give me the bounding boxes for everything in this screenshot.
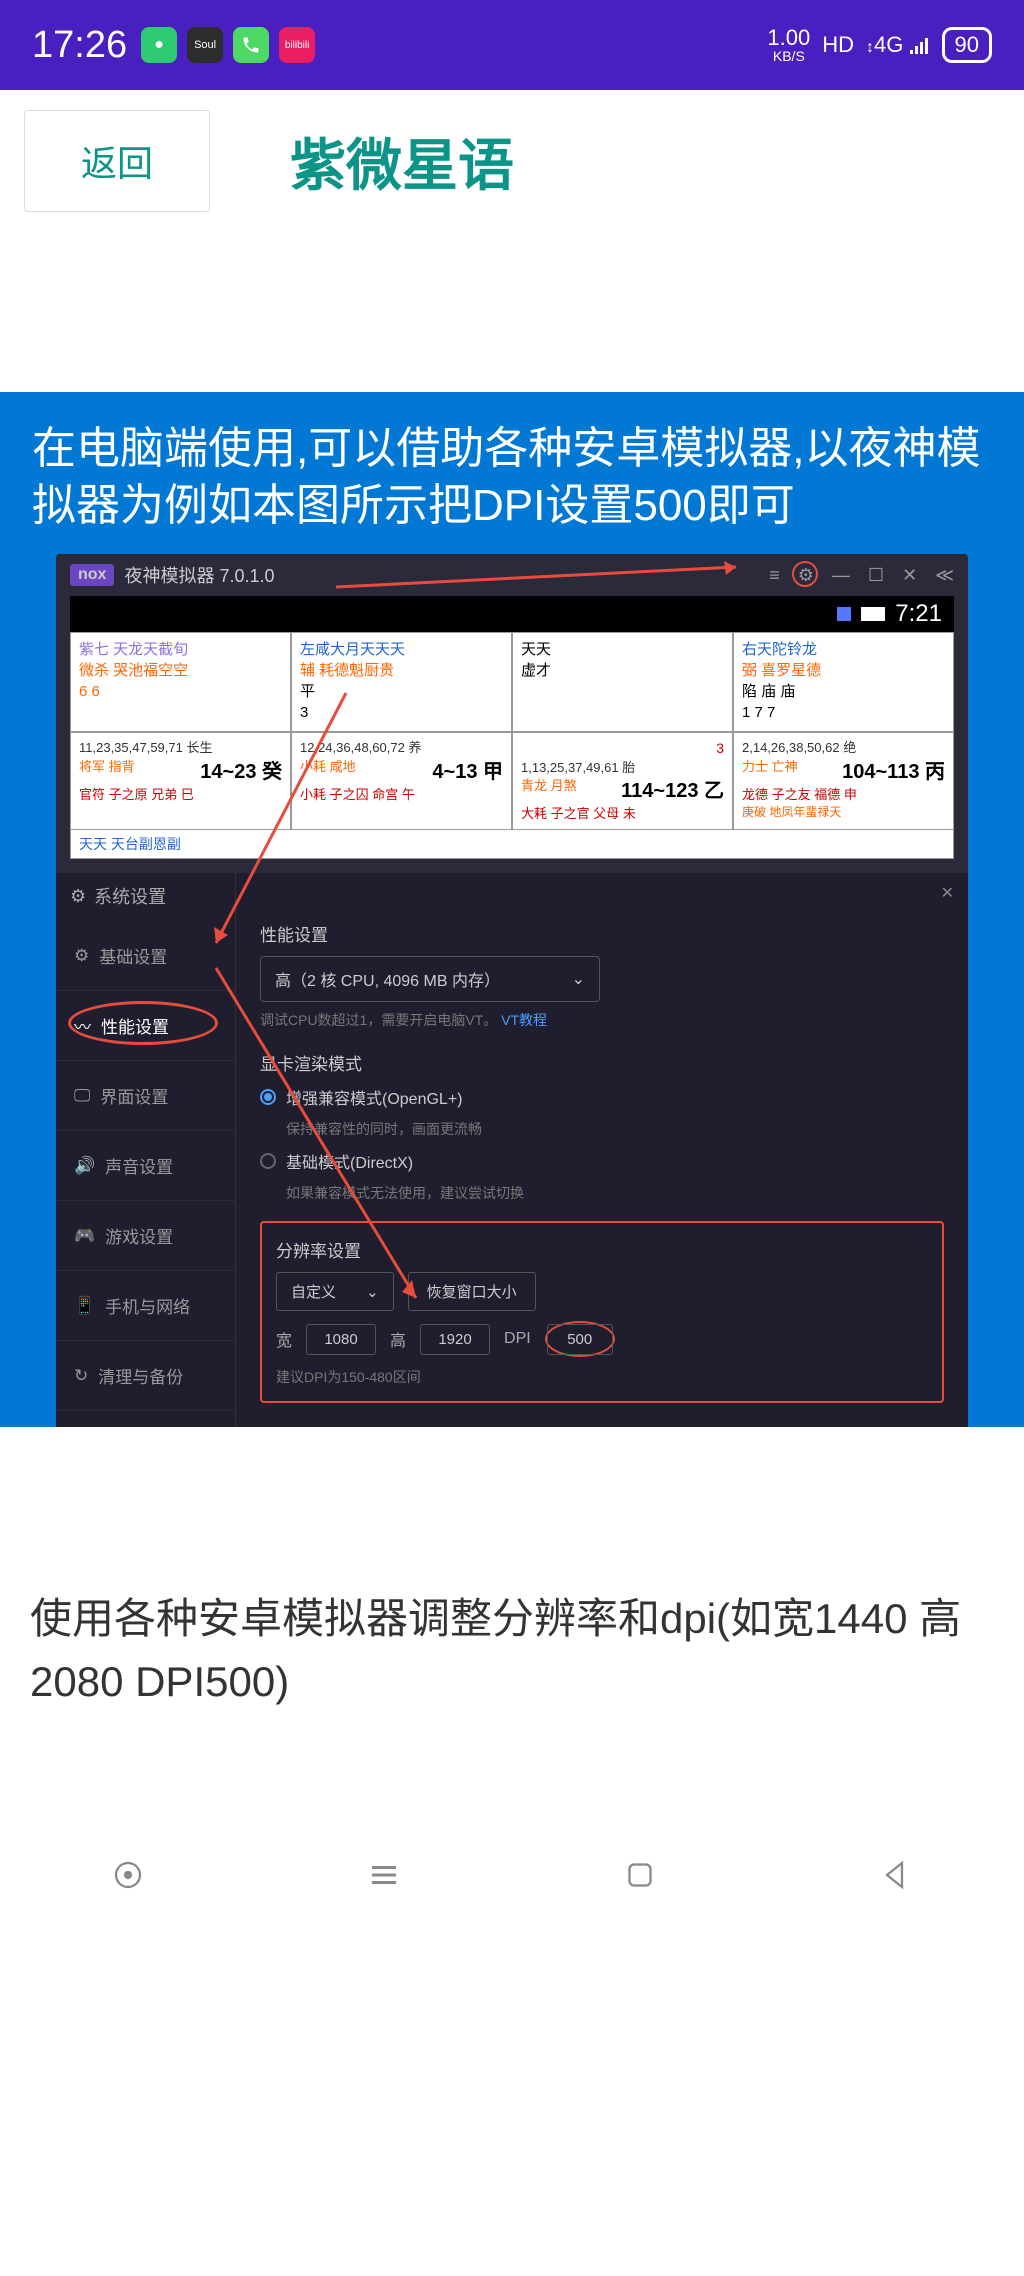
refresh-icon: ↻ bbox=[74, 1366, 88, 1386]
dpi-circle-annotation: 500 bbox=[545, 1321, 615, 1357]
settings-sidebar: ⚙基础设置 〰性能设置 🖵界面设置 🔊声音设置 🎮游戏设置 📱手机与网络 ↻清理… bbox=[56, 873, 236, 1427]
sidebar-item-phone[interactable]: 📱手机与网络 bbox=[56, 1271, 235, 1341]
network-indicator: ↕4G bbox=[866, 32, 929, 58]
height-input[interactable]: 1920 bbox=[420, 1324, 490, 1355]
more-icon[interactable]: ≪ bbox=[935, 565, 954, 586]
maximize-icon[interactable]: ☐ bbox=[868, 565, 884, 586]
phone-nav-bar bbox=[0, 1833, 1024, 1938]
close-icon[interactable]: ✕ bbox=[902, 565, 917, 586]
arrow-annotation-1 bbox=[336, 559, 756, 589]
sidebar-item-game[interactable]: 🎮游戏设置 bbox=[56, 1201, 235, 1271]
monitor-icon: 🖵 bbox=[74, 1086, 90, 1106]
page-title: 紫微星语 bbox=[250, 121, 1000, 202]
instruction-text: 在电脑端使用,可以借助各种安卓模拟器,以夜神模拟器为例如本图所示把DPI设置50… bbox=[32, 420, 992, 534]
emulator-screen: 7:21 紫七 天龙天截旬 微杀 哭池福空空 6 6 左咸大月天天天 辅 耗德魁… bbox=[70, 596, 954, 859]
back-button[interactable]: 返回 bbox=[24, 110, 210, 212]
gear-icon: ⚙ bbox=[70, 886, 86, 907]
width-input[interactable]: 1080 bbox=[306, 1324, 376, 1355]
ziwei-chart-row2: 11,23,35,47,59,71 长生 将军 指背14~23 癸 官符 子之原… bbox=[70, 732, 954, 830]
nox-emulator-window: nox 夜神模拟器 7.0.1.0 ≡ ⚙ — ☐ ✕ ≪ 7:21 bbox=[56, 554, 968, 1427]
height-label: 高 bbox=[390, 1327, 406, 1351]
ziwei-chart: 紫七 天龙天截旬 微杀 哭池福空空 6 6 左咸大月天天天 辅 耗德魁厨贵 平 … bbox=[70, 632, 954, 732]
emu-signal-icon bbox=[837, 607, 851, 621]
sidebar-item-sound[interactable]: 🔊声音设置 bbox=[56, 1131, 235, 1201]
chart-cell: 右天陀铃龙 弼 喜罗星德 陷 庙 庙 1 7 7 bbox=[733, 632, 954, 732]
width-label: 宽 bbox=[276, 1327, 292, 1351]
settings-close-icon[interactable]: ✕ bbox=[941, 883, 954, 903]
menu-icon[interactable]: ≡ bbox=[769, 565, 780, 586]
phone-status-bar: 17:26 ● Soul bilibili 1.00 KB/S HD ↕4G 9… bbox=[0, 0, 1024, 90]
sidebar-item-cleanup[interactable]: ↻清理与备份 bbox=[56, 1341, 235, 1411]
vt-tutorial-link[interactable]: VT教程 bbox=[501, 1012, 547, 1028]
settings-title: ⚙ 系统设置 bbox=[70, 883, 166, 909]
nox-title: 夜神模拟器 7.0.1.0 bbox=[124, 562, 274, 588]
chevron-down-icon: ⌄ bbox=[572, 969, 585, 989]
arrow-annotation-3 bbox=[216, 968, 436, 1308]
app-header: 返回 紫微星语 bbox=[0, 90, 1024, 232]
nox-titlebar: nox 夜神模拟器 7.0.1.0 ≡ ⚙ — ☐ ✕ ≪ bbox=[56, 554, 968, 596]
status-time: 17:26 bbox=[32, 24, 127, 67]
settings-icon: ⚙ bbox=[74, 946, 89, 966]
nav-recent-icon[interactable] bbox=[110, 1857, 146, 1898]
hd-indicator: HD bbox=[822, 32, 854, 58]
phone-icon bbox=[233, 27, 269, 63]
emu-battery-icon bbox=[861, 607, 885, 621]
app-icon-4: bilibili bbox=[279, 27, 315, 63]
nav-back-icon[interactable] bbox=[878, 1857, 914, 1898]
bottom-instruction-text: 使用各种安卓模拟器调整分辨率和dpi(如宽1440 高2080 DPI500) bbox=[0, 1527, 1024, 1833]
settings-icon[interactable]: ⚙ bbox=[798, 565, 814, 586]
chart-cell-extra: 天天 天台副恩副 bbox=[70, 830, 954, 859]
chart-cell: 3 1,13,25,37,49,61 胎 青龙 月煞114~123 乙 大耗 子… bbox=[512, 732, 733, 830]
phone-icon: 📱 bbox=[74, 1296, 95, 1316]
nox-logo: nox bbox=[70, 564, 114, 586]
instruction-section: 在电脑端使用,可以借助各种安卓模拟器,以夜神模拟器为例如本图所示把DPI设置50… bbox=[0, 392, 1024, 1427]
dpi-input[interactable]: 500 bbox=[547, 1324, 613, 1355]
arrow-annotation-2 bbox=[206, 693, 406, 953]
speaker-icon: 🔊 bbox=[74, 1156, 95, 1176]
nox-settings-panel: ⚙ 系统设置 ✕ ⚙基础设置 〰性能设置 🖵界面设置 🔊声音设置 bbox=[56, 873, 968, 1427]
emu-time: 7:21 bbox=[895, 600, 942, 628]
chart-cell: 2,14,26,38,50,62 绝 力士 亡神104~113 丙 龙德 子之友… bbox=[733, 732, 954, 830]
minimize-icon[interactable]: — bbox=[832, 565, 850, 586]
dpi-label: DPI bbox=[504, 1330, 531, 1348]
app-icon-soul: Soul bbox=[187, 27, 223, 63]
nav-home-icon[interactable] bbox=[622, 1857, 658, 1898]
battery-indicator: 90 bbox=[942, 27, 992, 63]
nav-menu-icon[interactable] bbox=[366, 1857, 402, 1898]
sidebar-item-interface[interactable]: 🖵界面设置 bbox=[56, 1061, 235, 1131]
circle-annotation bbox=[68, 1001, 218, 1045]
app-icon-1: ● bbox=[141, 27, 177, 63]
gamepad-icon: 🎮 bbox=[74, 1226, 95, 1246]
sidebar-item-performance[interactable]: 〰性能设置 bbox=[56, 991, 235, 1061]
chart-cell: 天天 虚才 bbox=[512, 632, 733, 732]
network-speed: 1.00 KB/S bbox=[767, 27, 810, 63]
